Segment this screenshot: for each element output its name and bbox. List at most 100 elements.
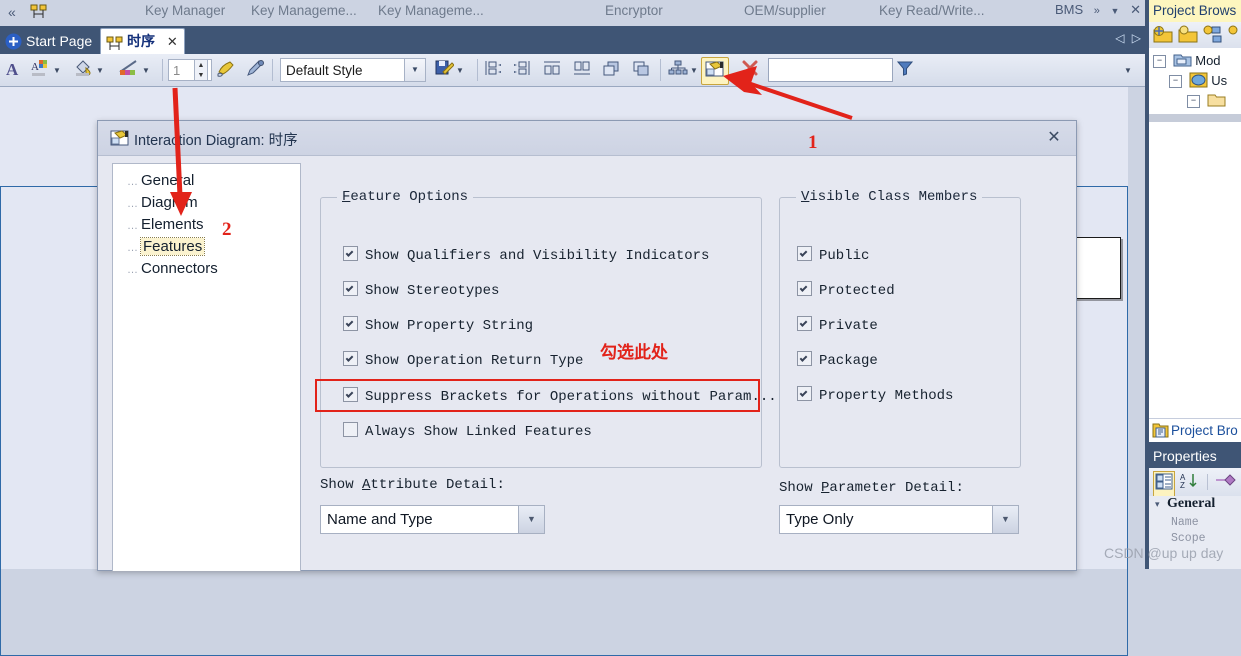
collapse-box-icon[interactable]: − <box>1153 55 1166 68</box>
property-row-name[interactable]: Name <box>1171 516 1199 529</box>
eyedropper-button[interactable] <box>246 57 266 83</box>
format-painter-button[interactable] <box>216 57 236 83</box>
window-tab-key-management-1[interactable]: Key Manageme... <box>251 3 357 18</box>
project-browser-body[interactable] <box>1149 122 1241 418</box>
chevron-down-icon[interactable]: ▼ <box>518 506 544 533</box>
project-browser-tree[interactable]: − Mod − Us − <box>1149 48 1241 114</box>
checkbox-private[interactable]: Private <box>797 316 878 334</box>
checkbox-package[interactable]: Package <box>797 351 878 369</box>
dialog-nav-item-diagram[interactable]: Diagram <box>141 194 198 211</box>
font-color-button[interactable]: A <box>6 57 18 83</box>
new-package-icon[interactable] <box>1178 25 1198 49</box>
chevron-down-icon[interactable]: ▼ <box>1111 6 1120 16</box>
nav-next-icon[interactable]: ▷ <box>1132 31 1141 45</box>
tree-dash: … <box>127 220 138 232</box>
close-icon[interactable]: ✕ <box>1130 2 1141 17</box>
property-pages-icon[interactable] <box>1215 473 1237 493</box>
collapse-box-icon[interactable]: − <box>1169 75 1182 88</box>
diagram-element-box[interactable] <box>1073 237 1121 299</box>
chevron-down-icon[interactable]: ▼ <box>404 59 425 81</box>
tab-shixu-active[interactable]: 时序 ✕ <box>100 28 185 55</box>
window-tab-bms[interactable]: BMS <box>1055 2 1083 17</box>
project-browser-tab[interactable]: Project Bro <box>1149 418 1241 442</box>
attribute-detail-dropdown[interactable]: Name and Type ▼ <box>320 505 545 534</box>
checkbox-box-icon[interactable] <box>343 281 358 296</box>
parameter-detail-dropdown[interactable]: Type Only ▼ <box>779 505 1019 534</box>
fill-color-button[interactable]: ▼ <box>74 57 104 83</box>
tree-node-folder[interactable]: − <box>1187 92 1226 111</box>
zorder-stepper[interactable]: ▲ ▼ <box>194 59 208 81</box>
close-icon[interactable]: ✕ <box>1042 127 1066 149</box>
delete-x-icon <box>740 59 760 82</box>
collapse-box-icon[interactable]: − <box>1187 95 1200 108</box>
align-top-button[interactable] <box>542 57 562 83</box>
save-style-button[interactable]: ▼ <box>434 57 464 83</box>
nav-prev-icon[interactable]: ◁ <box>1115 31 1124 45</box>
tree-node-use-case-view[interactable]: − Us <box>1169 72 1227 91</box>
window-tab-oem-supplier[interactable]: OEM/supplier <box>744 3 826 18</box>
property-row-scope[interactable]: Scope <box>1171 532 1206 545</box>
window-tab-key-management-2[interactable]: Key Manageme... <box>378 3 484 18</box>
toolbar-overflow-button[interactable]: ▼ <box>1122 57 1132 83</box>
checkbox-property-methods[interactable]: Property Methods <box>797 386 953 404</box>
dialog-nav-item-elements[interactable]: Elements <box>141 216 204 233</box>
new-model-icon[interactable] <box>1153 25 1173 49</box>
auto-layout-button[interactable]: ▼ <box>668 57 698 83</box>
bring-to-front-button[interactable] <box>602 57 622 83</box>
chevron-down-icon[interactable]: ▼ <box>992 506 1018 533</box>
chevron-down-icon[interactable]: ▼ <box>690 66 698 75</box>
more-tools-icon[interactable] <box>1228 25 1241 49</box>
checkbox-public[interactable]: Public <box>797 246 869 264</box>
feature-options-legend-rest: eature Options <box>350 189 469 205</box>
expand-triangle-icon[interactable]: ▾ <box>1155 499 1160 510</box>
checkbox-show-stereotypes[interactable]: Show Stereotypes <box>343 281 499 299</box>
close-icon[interactable]: ✕ <box>167 34 178 49</box>
checkbox-box-icon[interactable] <box>797 351 812 366</box>
chevron-up-icon[interactable]: » <box>1094 5 1100 17</box>
checkbox-box-icon[interactable] <box>343 351 358 366</box>
checkbox-box-icon[interactable] <box>797 246 812 261</box>
checkbox-show-property-string[interactable]: Show Property String <box>343 316 533 334</box>
checkbox-protected[interactable]: Protected <box>797 281 895 299</box>
checkbox-box-icon[interactable] <box>797 386 812 401</box>
checkbox-show-operation-return-type[interactable]: Show Operation Return Type <box>343 351 583 369</box>
checkbox-show-qualifiers[interactable]: Show Qualifiers and Visibility Indicator… <box>343 246 709 264</box>
tree-node-use-case-view-label: Us <box>1211 72 1228 88</box>
new-diagram-icon[interactable] <box>1203 25 1223 49</box>
checkbox-box-icon[interactable] <box>797 281 812 296</box>
search-input[interactable] <box>768 58 893 82</box>
categorized-view-icon[interactable] <box>1153 471 1175 497</box>
align-right-button[interactable] <box>512 57 532 83</box>
tab-start-page[interactable]: Start Page <box>2 29 100 54</box>
chevron-down-icon[interactable]: ▼ <box>142 66 150 75</box>
align-left-button[interactable] <box>484 57 504 83</box>
window-tab-encryptor[interactable]: Encryptor <box>605 3 663 18</box>
dialog-nav-item-connectors[interactable]: Connectors <box>141 260 218 277</box>
dialog-nav-tree[interactable]: … General … Diagram … Elements … Feature… <box>112 163 301 571</box>
tree-node-model[interactable]: − Mod <box>1153 52 1221 71</box>
diagram-properties-button[interactable] <box>701 57 729 85</box>
checkbox-always-show-linked-features[interactable]: Always Show Linked Features <box>343 422 592 440</box>
delete-button[interactable] <box>740 57 760 83</box>
line-style-button[interactable]: ▼ <box>118 57 150 83</box>
window-tab-key-read-write[interactable]: Key Read/Write... <box>879 3 985 18</box>
dialog-nav-item-features[interactable]: Features <box>139 237 206 256</box>
checkbox-box-icon[interactable] <box>343 422 358 437</box>
collapse-chevron-icon[interactable]: « <box>8 4 16 20</box>
checkbox-box-icon[interactable] <box>797 316 812 331</box>
chevron-down-icon[interactable]: ▼ <box>1124 66 1132 75</box>
sort-az-icon[interactable]: AZ <box>1180 472 1198 494</box>
chevron-down-icon[interactable]: ▼ <box>456 66 464 75</box>
chevron-down-icon[interactable]: ▼ <box>53 66 61 75</box>
send-to-back-button[interactable] <box>632 57 652 83</box>
font-style-button[interactable]: A ▼ <box>31 57 61 83</box>
dialog-nav-item-general[interactable]: General <box>141 172 194 189</box>
style-combo[interactable]: Default Style ▼ <box>280 58 426 82</box>
filter-button[interactable] <box>896 57 914 83</box>
checkbox-box-icon[interactable] <box>343 316 358 331</box>
align-bottom-button[interactable] <box>572 57 592 83</box>
dialog-title-bar[interactable]: Interaction Diagram: 时序 ✕ <box>98 121 1076 156</box>
checkbox-box-icon[interactable] <box>343 246 358 261</box>
chevron-down-icon[interactable]: ▼ <box>96 66 104 75</box>
window-tab-key-manager[interactable]: Key Manager <box>145 3 225 18</box>
